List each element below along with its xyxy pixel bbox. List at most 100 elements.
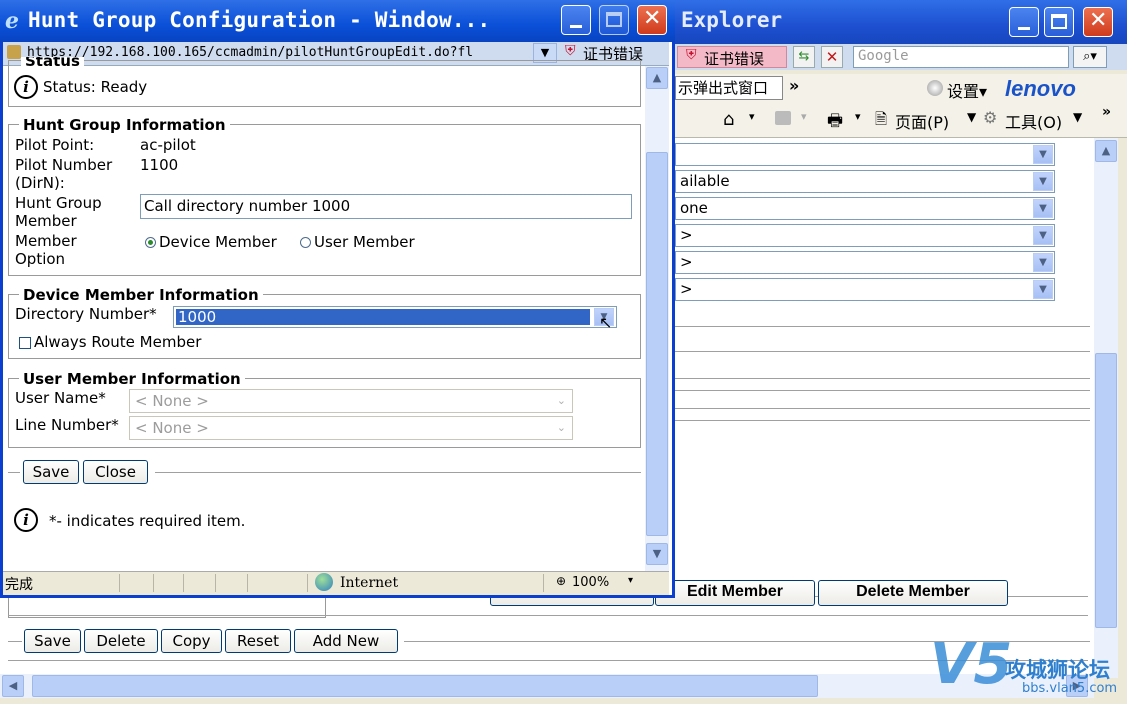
select-value: > [680,280,693,298]
refresh-icon[interactable]: ⇆ [793,46,815,68]
background-select-4[interactable]: > ▼ [675,224,1055,247]
tools-menu-chevron-icon[interactable]: ▼ [1073,110,1082,124]
globe-icon [315,573,333,591]
page-menu[interactable]: 页面(P) [895,109,949,133]
lock-page-icon [7,45,21,59]
home-dropdown-chevron-icon[interactable]: ▾ [749,110,755,123]
always-route-checkbox[interactable]: Always Route Member [19,333,201,351]
device-member-radio[interactable]: Device Member [145,233,277,251]
search-placeholder: Google [858,48,909,64]
status-cell [153,574,154,592]
cert-shield-icon: ⛨ [565,43,576,59]
feeds-icon[interactable] [775,111,791,125]
background-vertical-scrollbar[interactable]: ▲ [1094,138,1118,678]
hunt-group-legend: Hunt Group Information [19,116,230,134]
search-icon[interactable]: ⌕▾ [1073,46,1107,68]
divider [675,420,1090,421]
chevron-down-icon: ▼ [1033,199,1053,218]
page-menu-chevron-icon[interactable]: ▼ [967,110,976,124]
popup-titlebar[interactable]: e Hunt Group Configuration - Window... ✕ [0,0,675,42]
edit-member-button[interactable]: Edit Member [655,580,815,606]
scrollbar-thumb[interactable] [1095,353,1117,628]
print-icon[interactable]: 🖶 [827,108,843,137]
reset-button[interactable]: Reset [225,629,291,653]
divider [675,378,1090,379]
popup-scrollbar-thumb[interactable] [646,152,668,536]
stop-icon[interactable]: ✕ [821,46,843,68]
status-cell [183,574,184,592]
user-member-label: User Member [314,233,415,251]
settings-menu[interactable]: 设置▾ [947,78,987,102]
checkbox-icon [19,336,31,349]
divider [8,660,1088,661]
background-select-3[interactable]: one ▼ [675,197,1055,220]
background-select-2[interactable]: ailable ▼ [675,170,1055,193]
device-member-label: Device Member [159,233,277,251]
user-member-radio[interactable]: User Member [300,233,415,251]
maximize-button[interactable] [1044,7,1074,37]
directory-number-label: Directory Number* [15,305,157,323]
divider [8,615,1088,616]
background-select-5[interactable]: > ▼ [675,251,1055,274]
directory-number-select[interactable]: 1000 ▼ [173,306,617,328]
popup-vertical-scrollbar[interactable]: ▲ ▼ [645,66,669,571]
required-note: *- indicates required item. [49,512,246,530]
zoom-level[interactable]: 100% [572,575,609,590]
background-window-titlebar[interactable]: Explorer ✕ [675,0,1127,44]
pilot-number-value: 1100 [140,156,179,174]
close-button[interactable]: ✕ [1083,7,1113,37]
divider [155,472,641,473]
radio-unselected-icon [300,237,311,248]
select-value: > [680,253,693,271]
delete-member-button[interactable]: Delete Member [818,580,1008,606]
close-icon: ✕ [1089,8,1108,33]
minimize-button[interactable] [1009,7,1039,37]
line-number-select[interactable]: < None > ⌄ [129,416,573,440]
tools-gear-icon: ⚙ [983,108,998,127]
zoom-dropdown-chevron-icon[interactable]: ▾ [628,575,633,586]
background-window-title: Explorer [681,8,783,32]
scroll-up-icon[interactable]: ▲ [1095,140,1117,162]
hunt-group-member-label-2: Member [15,212,77,230]
popup-maximize-button[interactable] [599,5,629,35]
user-name-select[interactable]: < None > ⌄ [129,389,573,413]
popup-url[interactable]: https://192.168.100.165/ccmadmin/pilotHu… [27,45,527,60]
tools-menu[interactable]: 工具(O) [1005,109,1062,133]
save-button[interactable]: Save [23,460,79,484]
status-text: Status: Ready [43,78,148,96]
save-button[interactable]: Save [24,629,81,653]
search-input[interactable]: Google [853,46,1069,68]
hunt-group-member-label: Hunt Group [15,194,102,212]
print-dropdown-chevron-icon[interactable]: ▾ [855,110,861,123]
pilot-number-label: Pilot Number [15,156,113,174]
cert-error-badge[interactable]: ⛨ 证书错误 [677,46,787,68]
cert-error-label: 证书错误 [704,50,765,68]
status-cell [119,574,120,592]
add-new-button[interactable]: Add New [294,629,398,653]
background-select-1[interactable]: ▼ [675,143,1055,166]
scroll-up-icon[interactable]: ▲ [646,67,668,89]
hunt-group-member-field[interactable]: Call directory number 1000 [140,194,632,219]
directory-number-selected: 1000 [176,309,590,325]
settings-gear-icon [927,80,943,96]
close-button[interactable]: Close [83,460,148,484]
scroll-down-icon[interactable]: ▼ [646,543,668,565]
copy-button[interactable]: Copy [161,629,222,653]
background-toolbar-2: ⌂ ▾ ▾ 🖶 ▾ 🗎 页面(P) ▼ ⚙ 工具(O) ▼ » [675,104,1127,138]
scroll-left-icon[interactable]: ◀ [2,675,24,697]
home-icon[interactable]: ⌂ [723,109,734,130]
chevron-down-icon: ⌄ [556,421,566,434]
toolbar-more-chevron-icon[interactable]: » [789,76,799,95]
popup-minimize-button[interactable] [561,5,591,35]
select-value: ailable [680,172,730,190]
popup-close-button[interactable]: ✕ [637,5,667,35]
toolbar-more-chevron-icon-2[interactable]: » [1102,104,1111,120]
background-select-6[interactable]: > ▼ [675,278,1055,301]
horizontal-scrollbar-thumb[interactable] [32,675,818,697]
divider [8,472,20,473]
chevron-down-icon: ▼ [1033,145,1053,164]
delete-button[interactable]: Delete [84,629,158,653]
popup-blocker-item[interactable]: 示弹出式窗口 [675,76,783,100]
watermark-title: 攻城狮论坛 [1005,658,1110,682]
watermark-url: bbs.vlan5.com [1022,681,1118,696]
